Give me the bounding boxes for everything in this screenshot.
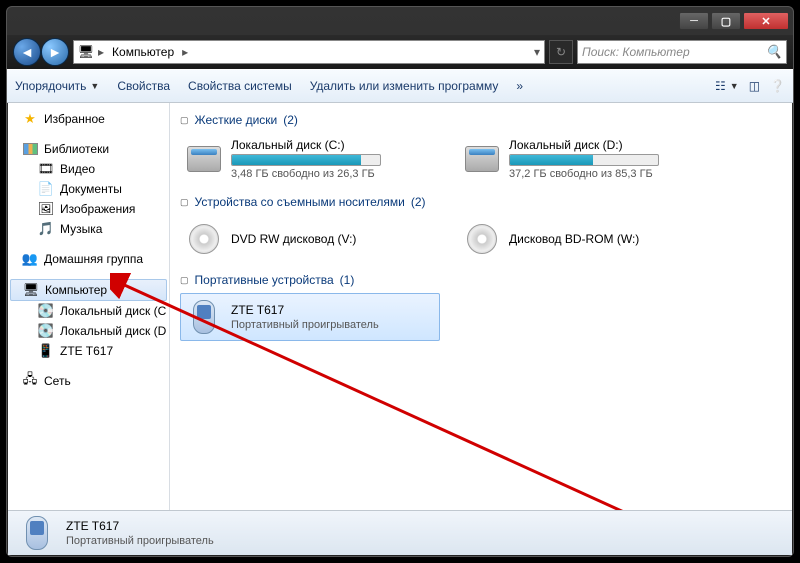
search-input[interactable]: Поиск: Компьютер 🔍 — [577, 40, 787, 64]
system-properties-button[interactable]: Свойства системы — [188, 79, 292, 93]
section-removable[interactable]: ▢Устройства со съемными носителями (2) — [180, 195, 782, 209]
computer-icon: 🖥 — [23, 282, 39, 298]
forward-button[interactable]: ► — [41, 38, 69, 66]
hdd-icon — [185, 140, 223, 178]
sidebar-network[interactable]: 🖧Сеть — [8, 371, 169, 391]
chevron-right-icon[interactable]: ▸ — [98, 45, 104, 59]
address-bar[interactable]: 🖥 ▸ Компьютер ▸ ▾ — [73, 40, 545, 64]
sidebar-item-documents[interactable]: 📄Документы — [8, 179, 169, 199]
sidebar-homegroup[interactable]: 👥Домашняя группа — [8, 249, 169, 269]
help-button[interactable]: ❔ — [770, 79, 785, 93]
section-portable[interactable]: ▢Портативные устройства (1) — [180, 273, 782, 287]
sidebar-item-pictures[interactable]: 🖼Изображения — [8, 199, 169, 219]
refresh-button[interactable]: ↻ — [549, 40, 573, 64]
navigation-pane: ★Избранное Библиотеки 🎞Видео 📄Документы … — [8, 103, 170, 510]
view-options-button[interactable]: ☷ ▼ — [715, 79, 739, 93]
toolbar-overflow[interactable]: » — [516, 79, 523, 93]
libraries-icon — [22, 141, 38, 157]
titlebar[interactable]: ─ ▢ ✕ — [7, 7, 793, 35]
sidebar-computer[interactable]: 🖥Компьютер — [10, 279, 167, 301]
search-placeholder: Поиск: Компьютер — [582, 45, 690, 59]
window-frame: ─ ▢ ✕ ◄ ► 🖥 ▸ Компьютер ▸ ▾ ↻ Поиск: Ком… — [6, 6, 794, 557]
star-icon: ★ — [22, 111, 38, 127]
hdd-icon: 💽 — [38, 303, 54, 319]
back-button[interactable]: ◄ — [13, 38, 41, 66]
network-icon: 🖧 — [22, 373, 38, 389]
music-icon: 🎵 — [38, 221, 54, 237]
sidebar-item-music[interactable]: 🎵Музыка — [8, 219, 169, 239]
drive-d[interactable]: Локальный диск (D:) 37,2 ГБ свободно из … — [458, 133, 718, 185]
chevron-down-icon: ▼ — [90, 81, 99, 91]
homegroup-icon: 👥 — [22, 251, 38, 267]
dvd-icon — [185, 220, 223, 258]
sidebar-libraries[interactable]: Библиотеки — [8, 139, 169, 159]
collapse-icon: ▢ — [180, 197, 189, 208]
close-button[interactable]: ✕ — [743, 12, 789, 30]
chevron-right-icon[interactable]: ▸ — [182, 45, 188, 59]
chevron-down-icon[interactable]: ▾ — [534, 45, 540, 59]
minimize-button[interactable]: ─ — [679, 12, 709, 30]
uninstall-button[interactable]: Удалить или изменить программу — [310, 79, 499, 93]
sidebar-item-zte[interactable]: 📱ZTE T617 — [8, 341, 169, 361]
nav-bar: ◄ ► 🖥 ▸ Компьютер ▸ ▾ ↻ Поиск: Компьютер… — [7, 35, 793, 69]
document-icon: 📄 — [38, 181, 54, 197]
details-pane: ZTE T617 Портативный проигрыватель — [8, 510, 792, 555]
drive-v[interactable]: DVD RW дисковод (V:) — [180, 215, 440, 263]
sidebar-item-drive-d[interactable]: 💽Локальный диск (D — [8, 321, 169, 341]
sidebar-item-drive-c[interactable]: 💽Локальный диск (C — [8, 301, 169, 321]
maximize-button[interactable]: ▢ — [711, 12, 741, 30]
status-name: ZTE T617 — [66, 519, 214, 533]
pictures-icon: 🖼 — [38, 201, 54, 217]
bd-icon — [463, 220, 501, 258]
drive-w[interactable]: Дисковод BD-ROM (W:) — [458, 215, 718, 263]
section-hard-drives[interactable]: ▢Жесткие диски (2) — [180, 113, 782, 127]
sidebar-item-video[interactable]: 🎞Видео — [8, 159, 169, 179]
content-pane: ▢Жесткие диски (2) Локальный диск (C:) 3… — [170, 103, 792, 510]
computer-icon: 🖥 — [78, 44, 94, 60]
hdd-icon: 💽 — [38, 323, 54, 339]
collapse-icon: ▢ — [180, 275, 189, 286]
properties-button[interactable]: Свойства — [117, 79, 170, 93]
preview-pane-button[interactable]: ◫ — [749, 79, 760, 93]
status-sub: Портативный проигрыватель — [66, 535, 214, 547]
usage-bar — [231, 154, 381, 166]
video-icon: 🎞 — [38, 161, 54, 177]
sidebar-favorites[interactable]: ★Избранное — [8, 109, 169, 129]
drive-c[interactable]: Локальный диск (C:) 3,48 ГБ свободно из … — [180, 133, 440, 185]
phone-icon — [185, 298, 223, 336]
organize-menu[interactable]: Упорядочить ▼ — [15, 79, 99, 93]
toolbar: Упорядочить ▼ Свойства Свойства системы … — [7, 69, 793, 103]
breadcrumb-item[interactable]: Компьютер — [108, 45, 178, 59]
device-zte[interactable]: ZTE T617 Портативный проигрыватель — [180, 293, 440, 341]
phone-icon: 📱 — [38, 343, 54, 359]
phone-icon — [18, 514, 56, 552]
collapse-icon: ▢ — [180, 115, 189, 126]
usage-bar — [509, 154, 659, 166]
search-icon: 🔍 — [766, 44, 782, 60]
hdd-icon — [463, 140, 501, 178]
